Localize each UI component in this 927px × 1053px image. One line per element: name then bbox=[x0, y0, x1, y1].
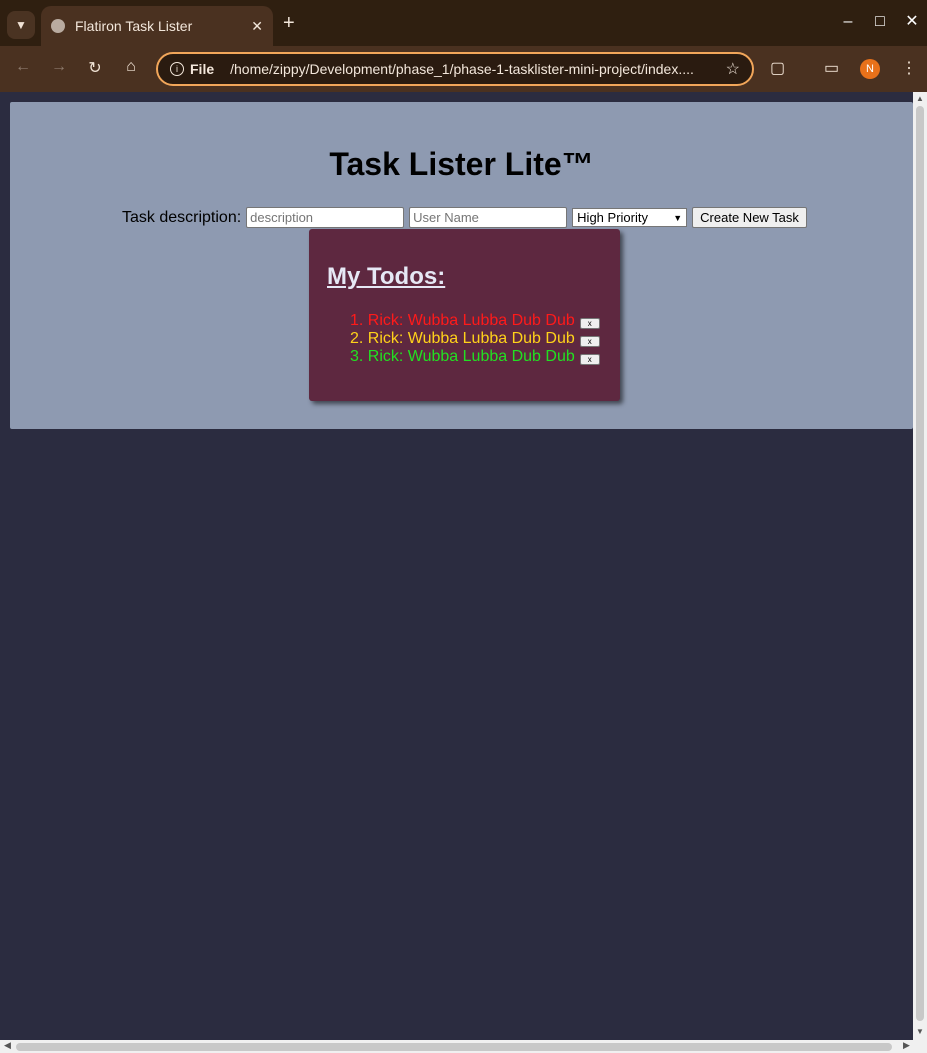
cast-icon[interactable]: ▭ bbox=[824, 58, 839, 78]
create-task-button[interactable]: Create New Task bbox=[692, 207, 807, 228]
scroll-up-icon[interactable]: ▲ bbox=[916, 94, 924, 103]
url-text[interactable]: /home/zippy/Development/phase_1/phase-1-… bbox=[230, 61, 716, 77]
create-task-form: Task description: High Priority ▼ Create… bbox=[122, 207, 807, 228]
todo-number: 1. bbox=[350, 312, 364, 329]
reload-icon[interactable]: ↻ bbox=[84, 58, 106, 78]
todo-item: 2. Rick: Wubba Lubba Dub Dub x bbox=[350, 330, 600, 348]
star-icon[interactable]: ☆ bbox=[726, 59, 740, 79]
todo-text: Rick: Wubba Lubba Dub Dub bbox=[367, 348, 575, 365]
globe-icon bbox=[51, 19, 65, 33]
todo-list: 1. Rick: Wubba Lubba Dub Dub x 2. Rick: … bbox=[350, 312, 600, 366]
todo-item: 1. Rick: Wubba Lubba Dub Dub x bbox=[350, 312, 600, 330]
todo-item: 3. Rick: Wubba Lubba Dub Dub x bbox=[350, 348, 600, 366]
vertical-scrollbar[interactable]: ▲ ▼ bbox=[913, 92, 927, 1040]
window-controls: – □ ✕ bbox=[841, 14, 919, 30]
main-content: Task Lister Lite™ Task description: High… bbox=[10, 102, 913, 429]
tab-strip: ▼ Flatiron Task Lister ✕ + – □ ✕ bbox=[0, 0, 927, 46]
menu-icon[interactable]: ⋮ bbox=[901, 58, 917, 78]
horizontal-scrollbar[interactable]: ◀ ▶ bbox=[0, 1040, 927, 1053]
address-bar[interactable]: i File /home/zippy/Development/phase_1/p… bbox=[156, 52, 754, 86]
username-input[interactable] bbox=[409, 207, 568, 228]
page-title: Task Lister Lite™ bbox=[329, 146, 594, 182]
delete-todo-button[interactable]: x bbox=[579, 353, 600, 365]
close-window-icon[interactable]: ✕ bbox=[905, 14, 919, 30]
info-icon[interactable]: i bbox=[170, 62, 184, 76]
todo-number: 3. bbox=[350, 348, 364, 365]
minimize-icon[interactable]: – bbox=[841, 14, 855, 30]
tab-close-button[interactable]: ✕ bbox=[251, 18, 263, 35]
delete-todo-button[interactable]: x bbox=[579, 335, 600, 347]
maximize-icon[interactable]: □ bbox=[873, 14, 887, 30]
todo-text: Rick: Wubba Lubba Dub Dub bbox=[367, 330, 575, 347]
vertical-scroll-thumb[interactable] bbox=[916, 106, 924, 1021]
forward-icon[interactable]: → bbox=[48, 58, 70, 76]
tab-title: Flatiron Task Lister bbox=[75, 18, 193, 34]
active-tab[interactable]: Flatiron Task Lister ✕ bbox=[41, 6, 273, 46]
todo-text: Rick: Wubba Lubba Dub Dub bbox=[367, 312, 575, 329]
chevron-down-icon: ▼ bbox=[15, 18, 27, 32]
todos-heading: My Todos: bbox=[327, 263, 446, 290]
new-tab-button[interactable]: + bbox=[283, 13, 295, 33]
task-description-label: Task description: bbox=[122, 208, 242, 226]
tab-search-button[interactable]: ▼ bbox=[7, 11, 35, 39]
page-viewport: Task Lister Lite™ Task description: High… bbox=[0, 92, 913, 1040]
scroll-right-icon[interactable]: ▶ bbox=[903, 1040, 910, 1051]
delete-todo-button[interactable]: x bbox=[579, 317, 600, 329]
browser-toolbar: ← → ↻ ⌂ i File /home/zippy/Development/p… bbox=[0, 46, 927, 92]
scroll-down-icon[interactable]: ▼ bbox=[916, 1027, 924, 1036]
chevron-down-icon: ▼ bbox=[673, 212, 683, 223]
priority-selected-value: High Priority bbox=[577, 210, 648, 225]
todo-panel: My Todos: 1. Rick: Wubba Lubba Dub Dub x… bbox=[309, 229, 620, 401]
horizontal-scroll-thumb[interactable] bbox=[16, 1043, 892, 1051]
extensions-icon[interactable]: ▢ bbox=[770, 58, 785, 78]
todo-number: 2. bbox=[350, 330, 364, 347]
scroll-left-icon[interactable]: ◀ bbox=[4, 1040, 11, 1051]
home-icon[interactable]: ⌂ bbox=[120, 58, 142, 76]
back-icon[interactable]: ← bbox=[12, 58, 34, 76]
url-scheme: File bbox=[190, 61, 215, 77]
profile-avatar[interactable]: N bbox=[860, 59, 880, 79]
priority-select[interactable]: High Priority ▼ bbox=[572, 208, 688, 227]
description-input[interactable] bbox=[246, 207, 405, 228]
